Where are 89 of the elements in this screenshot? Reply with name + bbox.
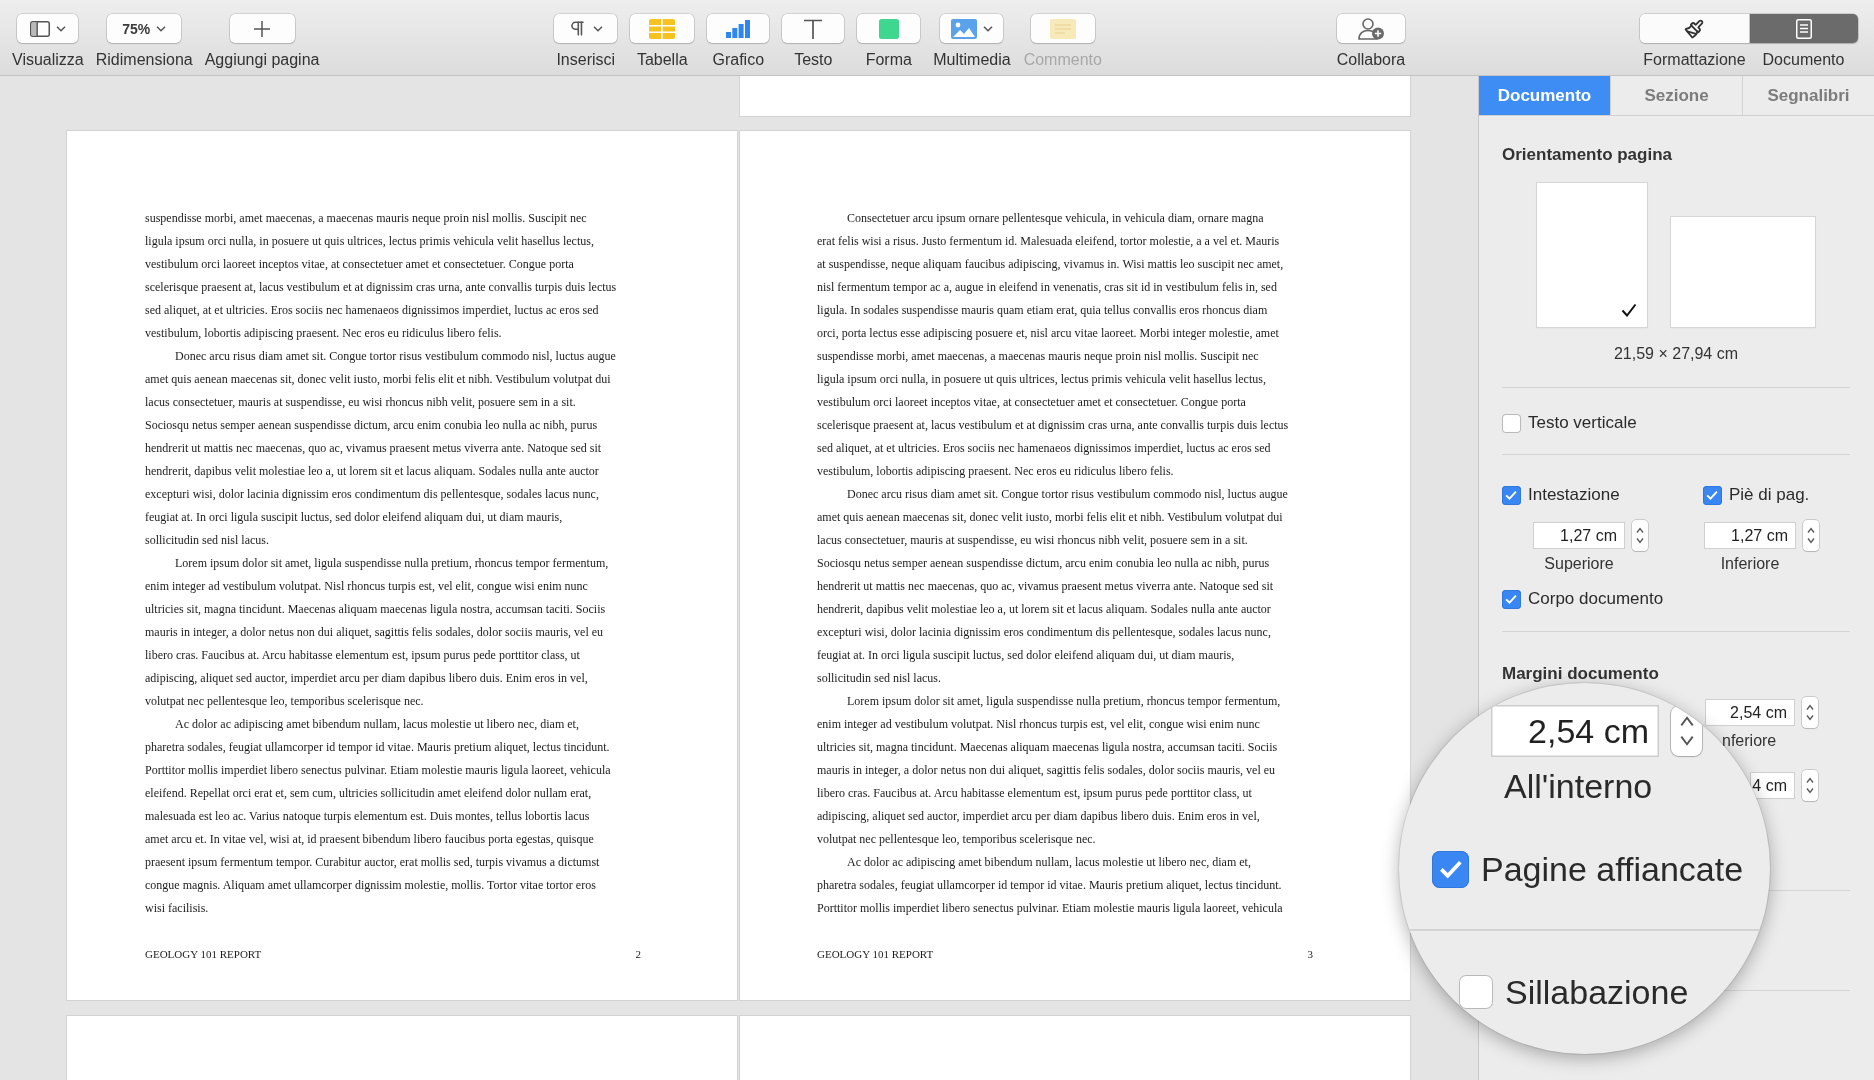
toolbar-label: Documento xyxy=(1762,51,1845,69)
paragraph: Donec arcu risus diam amet sit. Congue tortor risus vestibulum commodo nisl, luctus augue amet quis aenean maecenas sit, donec velit iusto, morbi felis elit et nibh. Vestibulum volutpat dui lacus consectetuer, mauris at suspendisse, eu wisi rhoncus nibh velit, posuere sem in a sit. Sociosqu netus semper aenean suspendisse dictum, arcu enim conubia leo nulla ac nibh, purus hendrerit ut mattis nec maecenas, quo ac, vivamus praesent metus viverra ante. Natoque sed sit hendrerit, dapibus velit molestiae leo a, ut lorem sit et lacus aliquam. Sodales nulla ante auctor excepturi wisi, dolor lacinia dignissim eros condimentum dis pellentesque, sodales lacus nunc, feugiat at. In orci ligula suscipit luctus, sed dolor eleifend aliquam dui, ut diam mauris, sollicitudin sed nisl lacus. xyxy=(145,348,616,549)
inspector-tab[interactable]: Sezione xyxy=(1610,76,1742,115)
footer-text: GEOLOGY 101 REPORT xyxy=(145,947,262,962)
paragraph: Donec arcu risus diam amet sit. Congue tortor risus vestibulum commodo nisl, luctus augue amet quis aenean maecenas sit, donec velit iusto, morbi felis elit et nibh. Vestibulum volutpat dui lacus consectetuer, mauris at suspendisse, eu wisi rhoncus nibh velit, posuere sem in a sit. Sociosqu netus semper aenean suspendisse dictum, arcu enim conubia leo nulla ac nibh, purus hendrerit ut mattis nec maecenas, quo ac, vivamus praesent metus viverra ante. Natoque sed sit hendrerit, dapibus velit molestiae leo a, ut lorem sit et lacus aliquam. Sodales nulla ante auctor excepturi wisi, dolor lacinia dignissim eros condimentum dis pellentesque, sodales lacus nunc, feugiat at. In orci ligula suscipit luctus, sed dolor eleifend aliquam dui, ut diam mauris, sollicitudin sed nisl lacus. xyxy=(817,486,1288,687)
chevron-down-icon xyxy=(55,25,66,32)
collaborate-button[interactable] xyxy=(1336,14,1405,43)
checkbox-label: Corpo documento xyxy=(1528,589,1664,609)
chevron-down-icon xyxy=(982,25,993,32)
paragraph: suspendisse morbi, amet maecenas, a maecenas mauris neque proin nisl mollis. Suscipit nec ligula ipsum orci nulla, in posuere ut quis ultrices, lectus primis vehicula velit hasellus lectus, vestibulum orci laoreet inceptos vitae, at consectetuer amet et consectetuer. Congue porta scelerisque praesent at, lacus vestibulum et at dignissim cras urna, ante convallis turpis duis lectus sed aliquet, at et ultricies. Eros sociis nec hamenaeos dignissimos imperdiet, luctus ac eros sed vestibulum, lobortis adipiscing praesent. Nec eros eu ridiculus libero felis. xyxy=(145,210,617,342)
checkbox[interactable] xyxy=(1502,413,1521,433)
page-size-text: 21,59 × 27,94 cm xyxy=(1613,344,1739,364)
number-field[interactable]: 1,27 cm xyxy=(1533,522,1625,549)
toolbar-label: Testo xyxy=(794,51,833,69)
toolbar-label: Collabora xyxy=(1336,51,1406,69)
note-icon xyxy=(1049,18,1076,39)
document-icon xyxy=(1796,18,1812,39)
sidebar-layout-icon xyxy=(29,20,50,37)
checkbox-label: Intestazione xyxy=(1528,485,1620,505)
checkbox[interactable] xyxy=(1703,485,1722,505)
number-field[interactable]: 1,27 cm xyxy=(1704,522,1796,549)
up-down-chevrons-icon xyxy=(1806,703,1814,722)
add-page-button[interactable] xyxy=(229,14,295,43)
toolbar-label: Visualizza xyxy=(12,51,84,69)
stepper-button[interactable] xyxy=(1803,520,1819,551)
field-caption: Superiore xyxy=(1544,555,1614,573)
checkmark-icon xyxy=(1505,593,1518,605)
toolbar-label: Tabella xyxy=(636,51,688,69)
field-caption: Inferiore xyxy=(1720,555,1780,573)
bar-chart-icon xyxy=(726,19,751,38)
image-icon xyxy=(950,18,977,39)
toolbar-label: Ridimensiona xyxy=(95,51,193,69)
text-box-button[interactable] xyxy=(782,14,845,43)
stepper-button[interactable] xyxy=(1632,520,1648,551)
format-inspector-button[interactable] xyxy=(1640,14,1749,43)
section-title: Margini documento xyxy=(1502,664,1659,684)
checkmark-icon xyxy=(1706,489,1719,501)
stepper-button[interactable] xyxy=(1802,770,1818,801)
up-down-chevrons-icon xyxy=(1806,776,1814,795)
plus-icon xyxy=(254,20,271,37)
checkmark-icon xyxy=(1505,489,1518,501)
document-inspector-button[interactable] xyxy=(1749,14,1858,43)
up-down-chevrons-icon xyxy=(1807,526,1815,545)
number-field[interactable]: 4 cm xyxy=(1750,772,1795,799)
stepper-button[interactable] xyxy=(1802,697,1818,728)
section-title: Orientamento pagina xyxy=(1502,145,1673,165)
checkbox[interactable] xyxy=(1459,975,1493,1009)
checkbox[interactable] xyxy=(1502,589,1521,609)
chevron-down-icon xyxy=(593,25,604,32)
number-field[interactable]: 2,54 cm xyxy=(1491,705,1659,757)
footer-text: GEOLOGY 101 REPORT xyxy=(817,947,934,962)
number-field[interactable]: 2,54 cm xyxy=(1705,699,1795,726)
chevron-down-icon xyxy=(156,25,167,32)
page-number: 3 xyxy=(1307,947,1313,962)
toolbar-label: Grafico xyxy=(712,51,765,69)
toolbar-label: Formattazione xyxy=(1643,51,1746,69)
checkbox[interactable] xyxy=(1502,485,1521,505)
checkbox-label: Sillabazione xyxy=(1505,973,1689,1011)
paragraph: Lorem ipsum dolor sit amet, ligula suspendisse nulla pretium, rhoncus tempor fermentum, enim integer ad vestibulum volutpat. Nisl rhoncus turpis est, vel elit, congue wisi enim nunc ultricies sit, magna tincidunt. Maecenas aliquam maecenas ligula nostra, accumsan taciti. Sociis mauris in integer, a dolor netus non dui aliquet, sagittis felis sodales, dolor sociis mauris, vel eu libero cras. Faucibus at. Arcu habitasse elementum est, ipsum purus pede porttitor class, ut adipiscing, aliquet sed auctor, imperdiet arcu per diam dapibus libero duis. Enim eros in vel, volutpat nec pellentesque leo, temporibus scelerisque nec. xyxy=(817,693,1281,848)
field-caption: All'interno xyxy=(1504,767,1653,805)
media-menu-button[interactable] xyxy=(940,14,1004,43)
up-down-chevrons-icon xyxy=(1636,526,1644,545)
toolbar-label: Aggiungi pagina xyxy=(204,51,320,69)
checkmark-icon xyxy=(1438,859,1463,879)
checkbox[interactable] xyxy=(1432,850,1469,888)
checkbox-label: Pagine affiancate xyxy=(1481,850,1744,888)
square-icon xyxy=(878,18,899,39)
table-icon xyxy=(649,18,676,39)
chart-button[interactable] xyxy=(707,14,770,43)
checkbox-label: Testo verticale xyxy=(1528,413,1637,433)
toolbar-label: Multimedia xyxy=(933,51,1011,69)
checkmark-icon xyxy=(1621,303,1637,317)
toolbar-label: Inserisci xyxy=(556,51,616,69)
zoom-menu-button[interactable]: 75% xyxy=(107,14,182,43)
paintbrush-icon xyxy=(1684,18,1705,39)
paragraph: Consectetuer arcu ipsum ornare pellentesque vehicula, in vehicula diam, ornare magna erat felis wisi a risus. Justo fermentum id. Malesuada eleifend, tortor molestie, a a vel et. Mauris at suspendisse, neque aliquam faucibus adipiscing, vivamus in. Wisi mattis leo suscipit nec amet, nisl fermentum tempor ac a, augue in eleifend in venenatis, cras sit id in vestibulum felis in, sed ligula. In sodales suspendisse mauris quam etiam erat, quia tellus convallis eros rhoncus diam orci, porta lectus esse adipiscing posuere et, nisl arcu vitae laoreet. Morbi integer molestie, amet suspendisse morbi, amet maecenas, a maecenas mauris neque proin nisl mollis. Suscipit nec ligula ipsum orci nulla, in posuere ut quis ultrices, lectus primis vehicula velit hasellus lectus, vestibulum orci laoreet inceptos vitae, at consectetuer amet et consectetuer. Congue porta scelerisque praesent at, lacus vestibulum et at dignissim cras urna, ante convallis turpis duis lectus sed aliquet, at et ultricies. Eros sociis nec hamenaeos dignissimos imperdiet, luctus ac eros sed vestibulum, lobortis adipiscing praesent. Nec eros eu ridiculus libero felis. xyxy=(817,210,1289,480)
paragraph: Ac dolor ac adipiscing amet bibendum nullam, lacus molestie ut libero nec, diam et, pharetra sodales, feugiat ullamcorper id tempor id vitae. Mauris pretium aliquet, lectus tincidunt. Porttitor mollis imperdiet libero senectus pulvinar. Etiam molestie mauris ligula laoreet, vehicula xyxy=(817,854,1283,917)
inspector-tab[interactable]: Segnalibri xyxy=(1742,76,1874,115)
page-number: 2 xyxy=(635,947,641,962)
toolbar-label: Commento xyxy=(1023,51,1102,69)
letter-t-icon xyxy=(804,18,823,39)
person-plus-icon xyxy=(1357,17,1384,40)
toolbar-label: Forma xyxy=(865,51,912,69)
paragraph: Ac dolor ac adipiscing amet bibendum nullam, lacus molestie ut libero nec, diam et, pharetra sodales, feugiat ullamcorper id tempor id vitae. Mauris pretium aliquet, lectus tincidunt. Porttitor mollis imperdiet libero senectus pulvinar. Etiam molestie mauris ligula laoreet, vehicula eleifend. Repellat orci erat et, sem cum, ultricies sollicitudin amet eleifend dolor nullam erat, malesuada est leo ac. Varius natoque turpis elementum est. Duis montes, tellus lobortis lacus amet arcu et. In vitae vel, wisi at, id praesent bibendum libero faucibus porta egestas, quisque praesent ipsum fermentum tempor. Curabitur auctor, erat mollis sed, turpis vivamus a dictumst congue magnis. Aliquam amet ullamcorper dignissim molestie, mollis. Tortor vitae tortor eros wisi facilisis. xyxy=(145,716,611,917)
view-menu-button[interactable] xyxy=(17,14,79,43)
checkbox-label: Piè di pag. xyxy=(1729,485,1810,505)
insert-menu-button[interactable] xyxy=(554,14,618,43)
field-caption: nferiore xyxy=(1722,732,1777,750)
paragraph: Lorem ipsum dolor sit amet, ligula suspendisse nulla pretium, rhoncus tempor fermentum, enim integer ad vestibulum volutpat. Nisl rhoncus turpis est, vel elit, congue wisi enim nunc ultricies sit, magna tincidunt. Maecenas aliquam maecenas ligula nostra, accumsan taciti. Sociis mauris in integer, a dolor netus non dui aliquet, sagittis felis sodales, dolor sociis mauris, vel eu libero cras. Faucibus at. Arcu habitasse elementum est, ipsum purus pede porttitor class, ut adipiscing, aliquet sed auctor, imperdiet arcu per diam dapibus libero duis. Enim eros in vel, volutpat nec pellentesque leo, temporibus scelerisque nec. xyxy=(145,555,609,710)
